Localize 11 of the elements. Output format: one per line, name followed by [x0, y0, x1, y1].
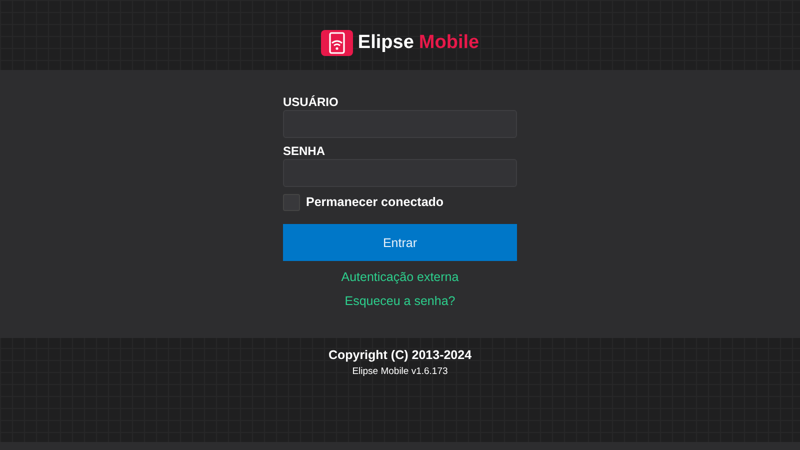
link[interactable]: Autenticação externa [341, 269, 459, 285]
version-text: Elipse Mobile v1.6.173 [352, 366, 448, 377]
logo-text: Mobile [418, 32, 480, 54]
login-button[interactable]: Entrar [283, 224, 517, 261]
copyright-text: Copyright (C) 2013-2024 [328, 348, 472, 362]
phone-wifi-icon [320, 30, 353, 56]
logo-text: Elipse [358, 32, 414, 54]
link[interactable]: Esqueceu a senha? [344, 293, 456, 309]
checkbox-label: Permanecer conectado [306, 195, 444, 209]
field-label: USUÁRIO [283, 95, 340, 110]
field-label: SENHA [283, 144, 326, 159]
